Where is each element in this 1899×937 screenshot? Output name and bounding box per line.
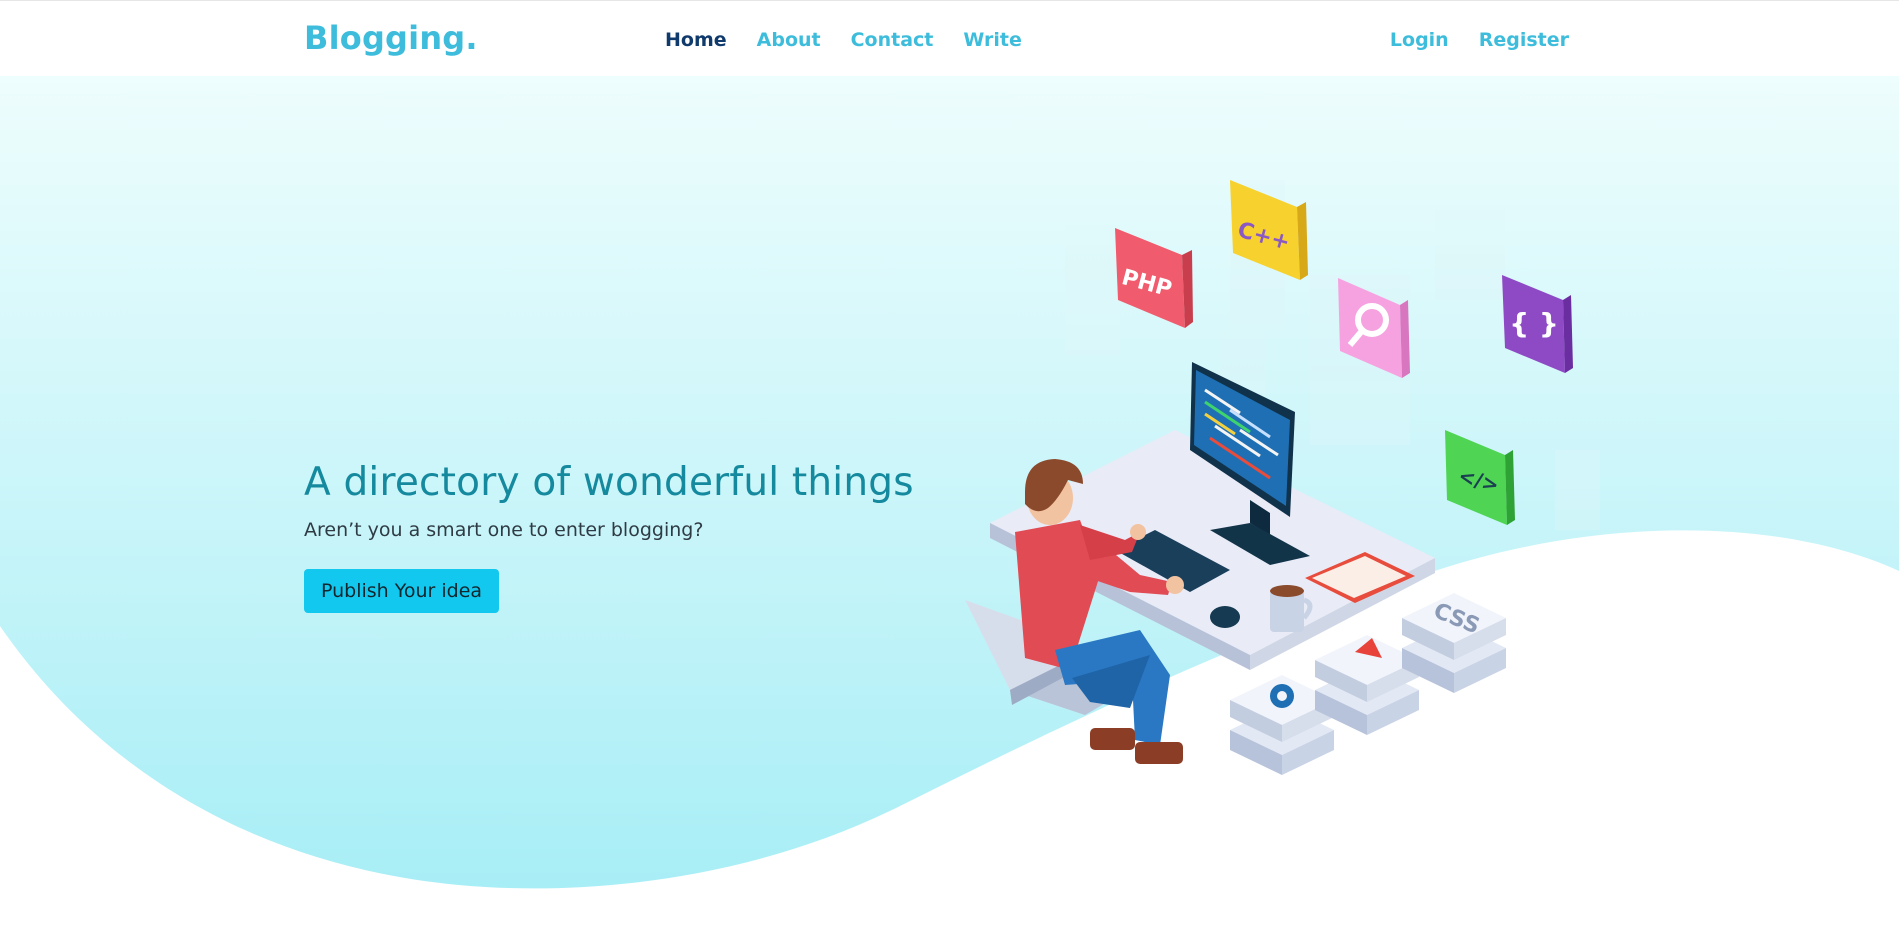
braces-tile-label: { } [1509,307,1559,340]
brand-logo[interactable]: Blogging. [304,19,478,57]
nav-contact[interactable]: Contact [851,29,934,51]
mouse [1210,606,1240,628]
hero-content: A directory of wonderful things Aren’t y… [304,460,914,613]
auth-nav: Login Register [1360,29,1569,51]
css-block: CSS [1402,593,1506,693]
hero-subtitle: Aren’t you a smart one to enter blogging… [304,519,704,541]
code-tile: </> [1445,430,1515,525]
braces-tile: { } [1502,275,1573,373]
register-link[interactable]: Register [1479,29,1569,51]
publish-idea-button[interactable]: Publish Your idea [304,569,500,613]
hero-title: A directory of wonderful things [304,460,914,505]
php-tile: PHP [1115,228,1193,328]
navbar: Blogging. Home About Contact Write Login… [0,0,1899,76]
developer-illustration: PHP C++ { } </> CSS [965,180,1600,775]
login-link[interactable]: Login [1390,29,1449,51]
nav-about[interactable]: About [757,29,821,51]
main-nav: Home About Contact Write [665,29,1052,51]
nav-write[interactable]: Write [963,29,1021,51]
nav-home[interactable]: Home [665,29,727,51]
